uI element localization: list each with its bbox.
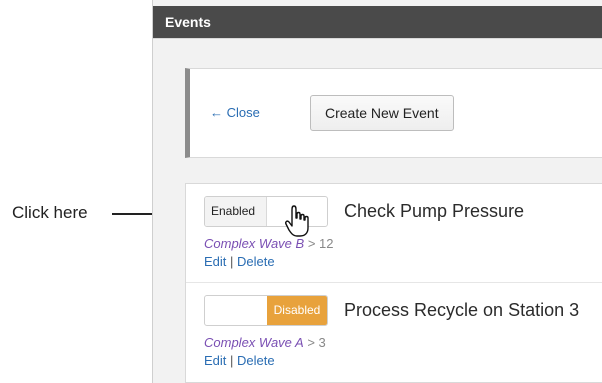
- title-divider: [153, 38, 602, 39]
- toggle-state-label: Enabled: [205, 197, 267, 226]
- annotation-label: Click here: [12, 203, 88, 222]
- events-window: Events ← Close Create New Event Enabled …: [152, 0, 602, 383]
- event-item: Enabled Check Pump Pressure Complex Wave…: [186, 184, 602, 282]
- edit-link[interactable]: Edit: [204, 353, 226, 368]
- hand-cursor-icon: [285, 205, 309, 237]
- close-link[interactable]: ← Close: [210, 105, 260, 120]
- create-new-event-button[interactable]: Create New Event: [310, 95, 454, 131]
- window-title: Events: [153, 6, 602, 38]
- action-divider: |: [230, 254, 234, 269]
- enable-toggle[interactable]: Disabled: [204, 295, 328, 326]
- events-list: Enabled Check Pump Pressure Complex Wave…: [185, 183, 602, 383]
- wave-link[interactable]: Complex Wave B: [204, 236, 304, 251]
- event-value: 3: [318, 335, 326, 350]
- wave-link[interactable]: Complex Wave A: [204, 335, 304, 350]
- event-actions: Edit | Delete: [204, 353, 275, 368]
- action-divider: |: [230, 353, 234, 368]
- toggle-state-label: Disabled: [267, 296, 327, 325]
- event-item: Disabled Process Recycle on Station 3 Co…: [186, 282, 602, 381]
- event-actions: Edit | Delete: [204, 254, 275, 269]
- edit-link[interactable]: Edit: [204, 254, 226, 269]
- annotation-area: Click here: [0, 0, 204, 383]
- meta-separator: >: [307, 236, 316, 251]
- event-meta: Complex Wave B > 12: [204, 236, 334, 251]
- delete-link[interactable]: Delete: [237, 254, 275, 269]
- delete-link[interactable]: Delete: [237, 353, 275, 368]
- event-title: Process Recycle on Station 3: [344, 300, 580, 320]
- meta-separator: >: [307, 335, 315, 350]
- event-value: 12: [319, 236, 334, 251]
- event-meta: Complex Wave A > 3: [204, 335, 326, 350]
- toolbar-card: ← Close Create New Event: [185, 68, 602, 158]
- event-title: Check Pump Pressure: [344, 201, 525, 221]
